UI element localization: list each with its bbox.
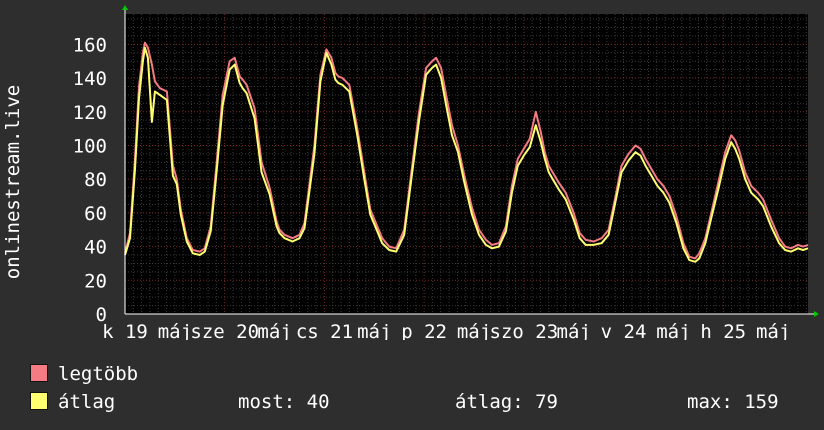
x-tick-label: v 24 (601, 321, 647, 340)
x-tick-label: cs 21 (296, 321, 353, 340)
y-tick-label: 20 (84, 270, 107, 292)
y-tick-label: 140 (73, 68, 107, 90)
x-month-label: máj (257, 321, 291, 340)
x-tick-label: h 25 (700, 321, 746, 340)
x-tick-label: k 19 (102, 321, 148, 340)
legend-row-max: legtöbb (30, 363, 138, 385)
x-month-label: máj (158, 321, 192, 340)
x-axis-arrow (814, 311, 819, 317)
y-tick-label: 60 (84, 203, 107, 225)
legend-row-avg: átlag most: 40 átlag: 79 max: 159 (30, 391, 810, 413)
x-tick-label: szo 23 (490, 321, 559, 340)
legend-swatch-max (30, 364, 48, 382)
stat-current: most: 40 (238, 391, 330, 413)
x-month-label: máj (357, 321, 391, 340)
x-month-label: máj (457, 321, 491, 340)
x-month-label: máj (756, 321, 790, 340)
stat-average: átlag: 79 (455, 391, 558, 413)
legend-swatch-avg (30, 392, 48, 410)
stat-maximum: max: 159 (687, 391, 779, 413)
y-tick-label: 120 (73, 102, 107, 124)
y-tick-label: 80 (84, 169, 107, 191)
x-month-label: máj (656, 321, 690, 340)
x-tick-label: sze 20 (190, 321, 259, 340)
plot-area (125, 14, 808, 314)
legend-label-avg: átlag (58, 391, 116, 413)
traffic-chart: 020406080100120140160k 19 sze 20 cs 21 p 22… (2, 5, 819, 340)
y-tick-label: 40 (84, 237, 107, 259)
y-tick-label: 160 (73, 34, 107, 56)
x-month-label: máj (557, 321, 591, 340)
legend-label-max: legtöbb (58, 363, 139, 385)
y-axis-title: onlinestream.live (2, 85, 24, 279)
x-tick-label: p 22 (401, 321, 447, 340)
y-tick-label: 100 (73, 135, 107, 157)
y-axis-arrow (122, 5, 128, 10)
graph-panel: 0 20 40 60 80 100 120 140 160 k 19 sze 20 cs 21 p 22… (0, 0, 824, 430)
